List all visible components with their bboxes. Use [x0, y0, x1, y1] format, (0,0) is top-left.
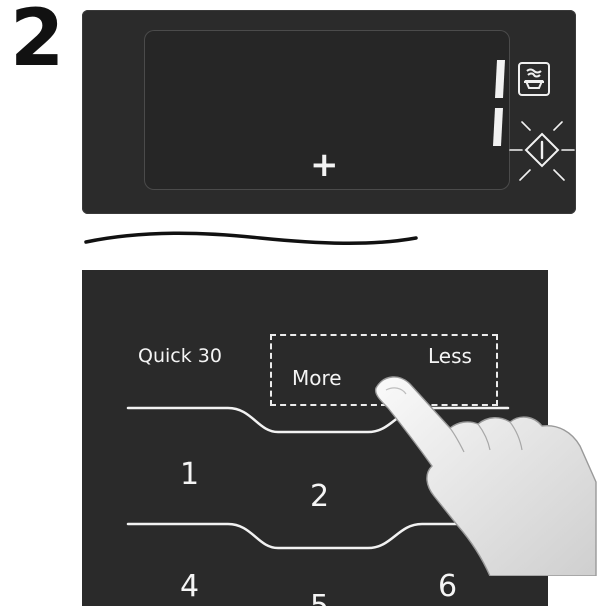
- finger-icon: [366, 370, 597, 577]
- digit-2-button[interactable]: 2: [310, 480, 329, 514]
- more-button[interactable]: More: [292, 366, 342, 390]
- digit-5-button[interactable]: 5: [310, 590, 329, 606]
- quick-30-button[interactable]: Quick 30: [138, 344, 222, 368]
- step-number: 2: [10, 0, 64, 84]
- display-screen: +: [144, 30, 575, 190]
- display-panel: +: [82, 10, 576, 214]
- panel-separator: [84, 226, 418, 250]
- dish-icon: [518, 62, 550, 96]
- digit-4-button[interactable]: 4: [180, 570, 199, 604]
- start-icon[interactable]: [508, 120, 576, 200]
- less-button[interactable]: Less: [428, 344, 472, 368]
- plus-symbol: +: [310, 145, 339, 185]
- digit-1-button[interactable]: 1: [180, 458, 199, 492]
